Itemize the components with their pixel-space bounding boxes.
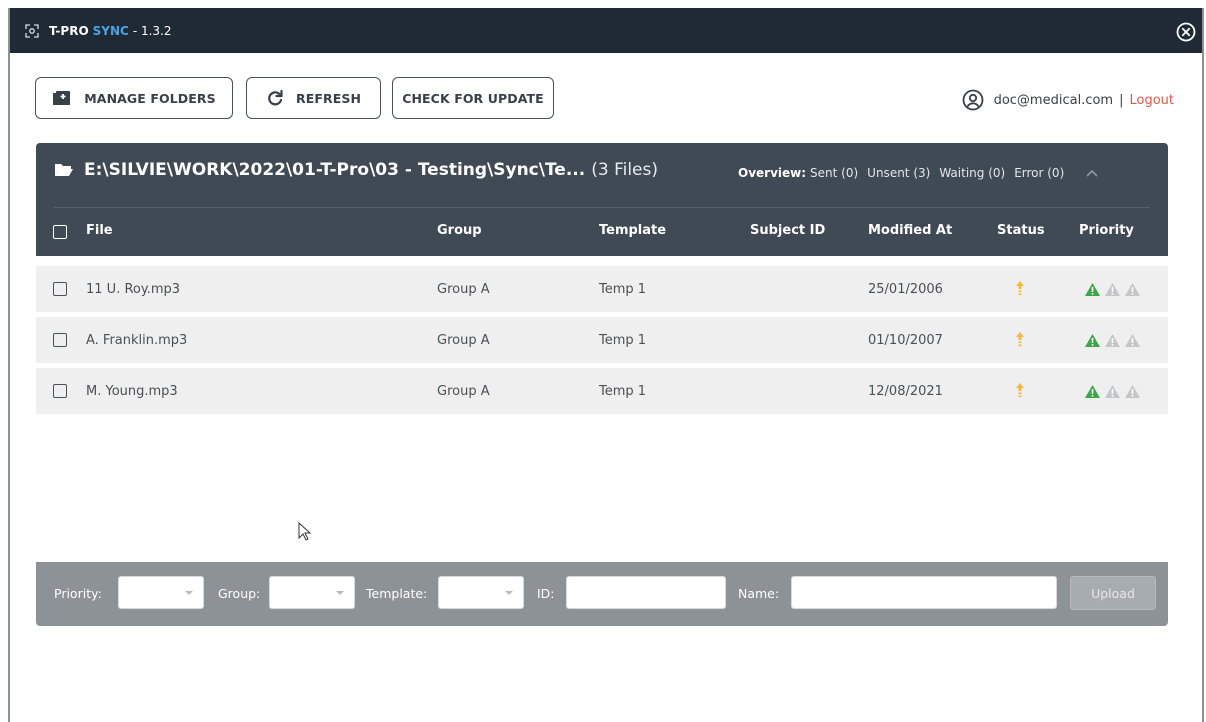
upload-button[interactable]: Upload: [1070, 576, 1156, 610]
name-input[interactable]: [791, 576, 1057, 609]
upload-arrow-icon: [1015, 280, 1025, 298]
folder-panel-header: E:\SILVIE\WORK\2022\01-T-Pro\03 - Testin…: [36, 143, 1168, 256]
table-row[interactable]: M. Young.mp3 Group A Temp 1 12/08/2021: [36, 368, 1168, 414]
manage-folders-button[interactable]: MANAGE FOLDERS: [35, 77, 233, 119]
upload-arrow-icon: [1015, 331, 1025, 349]
file-count: (3 Files): [591, 160, 659, 180]
group-cell: Group A: [437, 333, 490, 348]
app-title-sync: SYNC: [92, 23, 129, 38]
name-label: Name:: [738, 586, 780, 601]
app-version: - 1.3.2: [132, 23, 172, 38]
warning-triangle-icon: [1125, 385, 1140, 398]
select-all-checkbox[interactable]: [53, 225, 67, 239]
modified-cell: 25/01/2006: [868, 282, 943, 297]
template-select[interactable]: [438, 576, 524, 609]
refresh-label: REFRESH: [295, 90, 362, 106]
column-group[interactable]: Group: [437, 223, 482, 238]
warning-triangle-icon: [1125, 334, 1140, 347]
refresh-button[interactable]: REFRESH: [246, 77, 381, 119]
overview-waiting[interactable]: Waiting (0): [939, 166, 1005, 180]
priority-select[interactable]: [118, 576, 204, 609]
overview-sent[interactable]: Sent (0): [810, 166, 858, 180]
table-row[interactable]: 11 U. Roy.mp3 Group A Temp 1 25/01/2006: [36, 266, 1168, 312]
folder-open-icon: [54, 162, 74, 178]
logout-link[interactable]: Logout: [1129, 93, 1174, 108]
folder-plus-icon: [52, 90, 72, 106]
file-name: 11 U. Roy.mp3: [86, 282, 181, 297]
warning-triangle-icon: [1085, 283, 1100, 296]
template-cell: Temp 1: [599, 333, 647, 348]
warning-triangle-icon: [1105, 334, 1120, 347]
file-name: M. Young.mp3: [86, 384, 178, 399]
id-input[interactable]: [566, 576, 726, 609]
user-area: doc@medical.com | Logout: [962, 89, 1174, 111]
header-divider: [54, 207, 1150, 208]
column-priority[interactable]: Priority: [1079, 223, 1134, 238]
refresh-icon: [266, 89, 284, 107]
title-bar: T-PRO SYNC - 1.3.2: [10, 8, 1202, 53]
priority-indicator[interactable]: [1084, 333, 1141, 348]
group-label: Group:: [218, 586, 261, 601]
table-row[interactable]: A. Franklin.mp3 Group A Temp 1 01/10/200…: [36, 317, 1168, 363]
check-for-update-label: CHECK FOR UPDATE: [402, 90, 544, 106]
chevron-down-icon: [505, 591, 513, 595]
sync-app-icon: [24, 23, 40, 39]
row-checkbox[interactable]: [53, 384, 67, 398]
upload-arrow-icon: [1015, 382, 1025, 400]
warning-triangle-icon: [1125, 283, 1140, 296]
user-email: doc@medical.com: [993, 92, 1114, 108]
column-file[interactable]: File: [86, 223, 113, 238]
warning-triangle-icon: [1085, 334, 1100, 347]
overview-label: Overview:: [738, 166, 807, 180]
group-cell: Group A: [437, 282, 490, 297]
chevron-up-icon[interactable]: [1085, 168, 1099, 178]
column-subject-id[interactable]: Subject ID: [750, 223, 825, 238]
column-modified-at[interactable]: Modified At: [868, 223, 952, 238]
priority-indicator[interactable]: [1084, 384, 1141, 399]
priority-label: Priority:: [54, 586, 102, 601]
template-cell: Temp 1: [599, 282, 647, 297]
warning-triangle-icon: [1105, 283, 1120, 296]
modified-cell: 12/08/2021: [868, 384, 943, 399]
modified-cell: 01/10/2007: [868, 333, 943, 348]
chevron-down-icon: [336, 591, 344, 595]
column-template[interactable]: Template: [599, 223, 666, 238]
folder-panel: E:\SILVIE\WORK\2022\01-T-Pro\03 - Testin…: [36, 143, 1168, 626]
chevron-down-icon: [185, 591, 193, 595]
check-for-update-button[interactable]: CHECK FOR UPDATE: [392, 77, 554, 119]
template-label: Template:: [366, 586, 428, 601]
manage-folders-label: MANAGE FOLDERS: [84, 90, 216, 106]
group-cell: Group A: [437, 384, 490, 399]
row-checkbox[interactable]: [53, 282, 67, 296]
app-window: T-PRO SYNC - 1.3.2 MANAGE FOLDERS REFRES…: [8, 8, 1204, 722]
warning-triangle-icon: [1085, 385, 1100, 398]
user-separator: |: [1119, 92, 1124, 108]
mouse-pointer-icon: [298, 521, 312, 546]
user-circle-icon: [962, 89, 984, 111]
group-select[interactable]: [269, 576, 355, 609]
folder-path: E:\SILVIE\WORK\2022\01-T-Pro\03 - Testin…: [84, 160, 586, 180]
row-checkbox[interactable]: [53, 333, 67, 347]
overview-error[interactable]: Error (0): [1014, 166, 1064, 180]
overview-unsent[interactable]: Unsent (3): [867, 166, 930, 180]
id-label: ID:: [537, 586, 555, 601]
overview-summary: Overview: Sent (0) Unsent (3) Waiting (0…: [738, 166, 1099, 180]
priority-indicator[interactable]: [1084, 282, 1141, 297]
template-cell: Temp 1: [599, 384, 647, 399]
warning-triangle-icon: [1105, 385, 1120, 398]
column-status[interactable]: Status: [997, 223, 1045, 238]
file-name: A. Franklin.mp3: [86, 333, 188, 348]
folder-title: E:\SILVIE\WORK\2022\01-T-Pro\03 - Testin…: [54, 160, 658, 180]
close-circle-icon[interactable]: [1176, 22, 1196, 42]
upload-filter-bar: Priority: Group: Template: ID: Name: Upl…: [36, 562, 1168, 626]
app-title: T-PRO: [49, 23, 89, 38]
